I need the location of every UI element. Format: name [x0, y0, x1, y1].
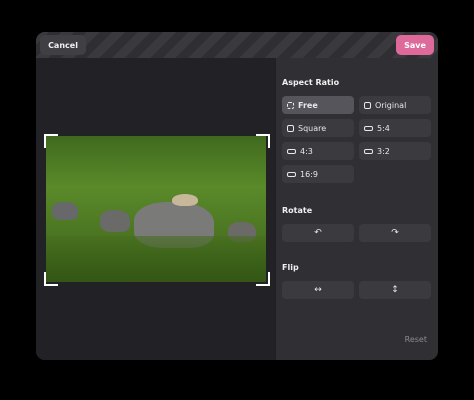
- aspect-option-label: 16:9: [300, 169, 318, 179]
- aspect-16-9-option[interactable]: 16:9: [282, 165, 354, 183]
- aspect-5-4-option[interactable]: 5:4: [359, 119, 431, 137]
- rotate-left-icon: ↶: [314, 228, 322, 238]
- aspect-original-option[interactable]: Original: [359, 96, 431, 114]
- flip-horizontal-icon: ↔: [314, 285, 322, 295]
- aspect-option-label: Original: [375, 100, 407, 110]
- aspect-option-label: Square: [298, 123, 327, 133]
- marmot: [172, 194, 198, 206]
- crop-handle-top-right[interactable]: [256, 134, 270, 148]
- rotate-right-button[interactable]: ↷: [359, 224, 431, 242]
- aspect-option-label: Free: [298, 100, 318, 110]
- square-icon: [287, 124, 294, 132]
- save-button[interactable]: Save: [396, 35, 434, 55]
- rotate-title: Rotate: [282, 206, 313, 215]
- cancel-button[interactable]: Cancel: [40, 35, 86, 55]
- crop-canvas: [36, 58, 275, 360]
- crop-handle-top-left[interactable]: [44, 134, 58, 148]
- rotate-left-button[interactable]: ↶: [282, 224, 354, 242]
- header-bar: Cancel Save: [36, 32, 438, 58]
- aspect-option-label: 5:4: [377, 123, 390, 133]
- rect-icon: [287, 148, 296, 154]
- edit-sidebar: Aspect Ratio Free Original Square 5:4 4:…: [275, 58, 438, 360]
- rect-icon: [364, 125, 373, 131]
- crop-handle-bottom-left[interactable]: [44, 272, 58, 286]
- aspect-4-3-option[interactable]: 4:3: [282, 142, 354, 160]
- grass-foreground: [46, 236, 266, 282]
- crop-handle-bottom-right[interactable]: [256, 272, 270, 286]
- aspect-square-option[interactable]: Square: [282, 119, 354, 137]
- dashed-square-icon: [287, 101, 294, 109]
- rotate-right-icon: ↷: [391, 228, 399, 238]
- rock: [52, 202, 78, 220]
- flip-title: Flip: [282, 263, 299, 272]
- rock: [100, 210, 130, 232]
- flip-vertical-button[interactable]: ↕: [359, 281, 431, 299]
- aspect-ratio-title: Aspect Ratio: [282, 78, 340, 87]
- rect-icon: [364, 148, 373, 154]
- reset-button[interactable]: Reset: [405, 335, 427, 344]
- flip-vertical-icon: ↕: [391, 285, 399, 295]
- square-icon: [364, 101, 371, 109]
- aspect-free-option[interactable]: Free: [282, 96, 354, 114]
- photo-preview[interactable]: [46, 136, 266, 282]
- rect-icon: [287, 171, 296, 177]
- aspect-option-label: 4:3: [300, 146, 313, 156]
- image-editor-window: Cancel Save Aspect Ratio Free Original S…: [36, 32, 438, 360]
- aspect-option-label: 3:2: [377, 146, 390, 156]
- flip-horizontal-button[interactable]: ↔: [282, 281, 354, 299]
- aspect-3-2-option[interactable]: 3:2: [359, 142, 431, 160]
